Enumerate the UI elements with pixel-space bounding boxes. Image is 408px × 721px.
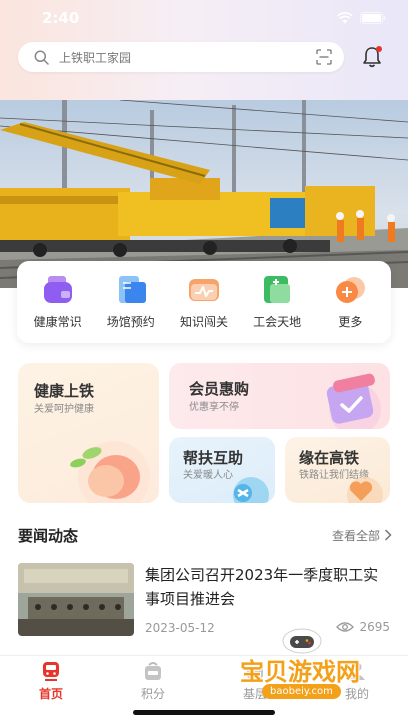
tile-title: 会员惠购	[189, 380, 250, 398]
peach-icon	[70, 441, 150, 503]
health-knowledge-icon	[43, 276, 72, 303]
news-thumbnail-image	[18, 563, 134, 636]
helping-hands-icon	[233, 477, 269, 503]
notification-button[interactable]	[360, 45, 384, 69]
tile-subtitle: 优惠享不停	[189, 402, 239, 413]
news-date: 2023-05-12	[145, 621, 215, 635]
quick-link-label: 场馆预约	[106, 315, 155, 329]
home-indicator	[133, 710, 275, 715]
wifi-icon	[337, 12, 353, 24]
quick-link-health-knowledge[interactable]: 健康常识	[23, 275, 93, 330]
tab-label: 首页	[38, 687, 63, 701]
heart-icon	[347, 477, 383, 503]
tile-subtitle: 关爱呵护健康	[34, 404, 94, 415]
union-world-icon	[264, 276, 291, 303]
status-icons	[337, 12, 386, 24]
news-thumbnail	[18, 563, 134, 636]
calendar-check-icon	[326, 373, 381, 429]
quick-link-label: 工会天地	[253, 315, 302, 329]
knowledge-quiz-icon	[188, 279, 219, 301]
chevron-right-icon	[384, 529, 392, 541]
quick-link-label: 知识闯关	[179, 315, 228, 329]
battery-icon	[360, 12, 386, 24]
more-icon	[336, 277, 366, 303]
news-view-all-label: 查看全部	[331, 528, 380, 543]
quick-links-card: 健康常识 场馆预约 知识闯关 工会天地 更多	[17, 261, 391, 343]
news-view-all-link[interactable]: 查看全部	[332, 527, 392, 544]
tile-health[interactable]: 健康上铁 关爱呵护健康	[18, 363, 159, 503]
banner-image	[0, 100, 408, 288]
news-section-header: 要闻动态 查看全部	[18, 524, 392, 546]
banner-carousel[interactable]	[0, 100, 408, 288]
notification-dot	[376, 46, 382, 52]
points-bag-icon	[145, 662, 161, 680]
search-row: 上铁职工家园	[18, 42, 390, 72]
quick-link-label: 更多	[338, 315, 363, 329]
tile-title: 帮扶互助	[183, 449, 244, 467]
gamepad-icon	[282, 628, 322, 654]
tile-member[interactable]: 会员惠购 优惠享不停	[169, 363, 390, 429]
venue-booking-icon	[118, 276, 146, 303]
search-icon	[34, 50, 49, 65]
quick-link-union-world[interactable]: 工会天地	[242, 275, 312, 330]
tab-home[interactable]: 首页	[16, 660, 86, 702]
home-train-icon	[43, 662, 59, 681]
news-section-title: 要闻动态	[18, 526, 79, 545]
news-headline: 集团公司召开2023年一季度职工实事项目推进会	[145, 566, 379, 608]
status-bar: 2:40	[0, 0, 408, 36]
quick-link-venue-booking[interactable]: 场馆预约	[96, 275, 166, 330]
tile-title: 健康上铁	[34, 382, 95, 400]
scan-icon[interactable]	[316, 49, 332, 65]
status-time: 2:40	[42, 9, 80, 27]
quick-link-more[interactable]: 更多	[315, 275, 385, 330]
tab-label: 积分	[140, 687, 165, 701]
tile-title: 缘在高铁	[299, 449, 360, 467]
search-box[interactable]: 上铁职工家园	[18, 42, 344, 72]
watermark-url: baobeiy.com	[262, 684, 341, 699]
search-input[interactable]: 上铁职工家园	[59, 49, 316, 66]
watermark-text: 宝贝游戏网	[240, 658, 360, 686]
quick-link-knowledge-quiz[interactable]: 知识闯关	[169, 275, 239, 330]
watermark-logo: 宝贝游戏网 baobeiy.com	[232, 628, 400, 716]
tab-points[interactable]: 积分	[118, 660, 188, 702]
tile-romance[interactable]: 缘在高铁 铁路让我们结缘	[285, 437, 390, 503]
quick-link-label: 健康常识	[33, 315, 82, 329]
tile-help[interactable]: 帮扶互助 关爱暖人心	[169, 437, 275, 503]
